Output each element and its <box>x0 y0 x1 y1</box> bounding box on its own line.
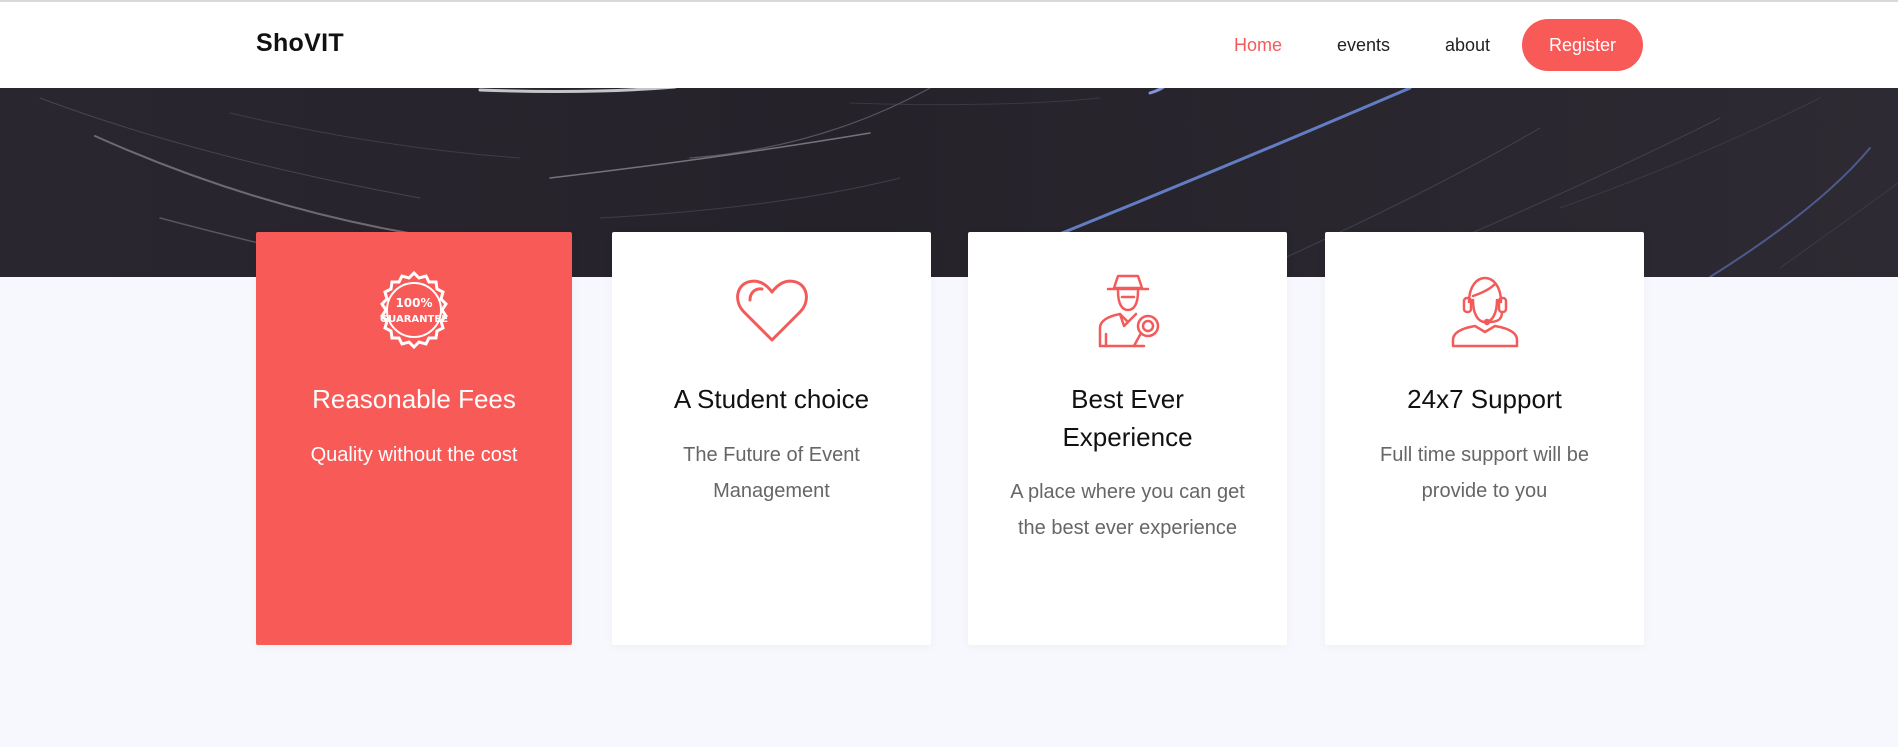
feature-card-best-experience: Best Ever Experience A place where you c… <box>968 232 1287 645</box>
inspector-icon <box>1098 274 1159 348</box>
feature-card-student-choice: A Student choice The Future of Event Man… <box>612 232 931 645</box>
card-title: 24x7 Support <box>1407 384 1562 414</box>
card-title: Best Ever Experience <box>1062 384 1193 452</box>
card-text: Quality without the cost <box>310 444 518 466</box>
brand-logo[interactable]: ShoVIT <box>256 29 344 58</box>
heart-icon <box>735 279 808 342</box>
nav-link-about[interactable]: about <box>1445 35 1490 56</box>
card-title: A Student choice <box>673 384 870 414</box>
card-text: Full time support will be provide to you <box>1380 444 1589 502</box>
nav-link-events[interactable]: events <box>1337 35 1390 56</box>
nav-link-home[interactable]: Home <box>1234 35 1282 56</box>
card-text: A place where you can get the best ever … <box>1010 481 1245 539</box>
register-button[interactable]: Register <box>1522 19 1643 71</box>
badge-line-1: 100% <box>395 296 432 310</box>
headset-support-icon <box>1451 276 1518 348</box>
feature-card-reasonable-fees: 100% GUARANTEE Reasonable Fees Quality w… <box>256 232 572 645</box>
card-title: Reasonable Fees <box>312 384 516 414</box>
guarantee-badge-icon: 100% GUARANTEE <box>380 270 448 350</box>
badge-line-2: GUARANTEE <box>380 314 448 325</box>
navbar: ShoVIT Home events about Register <box>0 2 1898 88</box>
card-text: The Future of Event Management <box>683 444 860 502</box>
feature-card-support: 24x7 Support Full time support will be p… <box>1325 232 1644 645</box>
